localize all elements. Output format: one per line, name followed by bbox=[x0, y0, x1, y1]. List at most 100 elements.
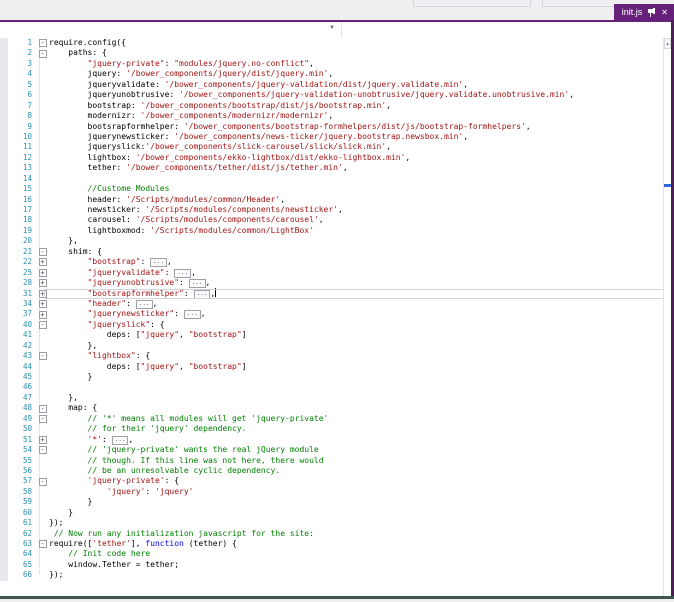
code-line[interactable]: 37 + "jquerynewsticker": ..., bbox=[0, 309, 671, 320]
code-line[interactable]: 8 modernizr: '/bower_components/moderniz… bbox=[0, 111, 671, 122]
indicator-margin[interactable] bbox=[0, 319, 8, 331]
code-line[interactable]: 58 'jquery': 'jquery' bbox=[0, 486, 671, 498]
indicator-margin[interactable] bbox=[0, 152, 8, 164]
tab-init-js[interactable]: init.js ✕ bbox=[613, 4, 674, 20]
fold-collapse-icon[interactable]: - bbox=[38, 321, 47, 330]
fold-collapse-icon[interactable]: - bbox=[38, 39, 47, 48]
code-line[interactable]: 51 + '*': ..., bbox=[0, 434, 671, 446]
fold-collapse-icon[interactable]: - bbox=[38, 49, 47, 58]
indicator-margin[interactable] bbox=[0, 507, 8, 519]
indicator-margin[interactable] bbox=[0, 288, 8, 299]
code-line[interactable]: 28 + "jqueryunobtrusive": ..., bbox=[0, 278, 671, 289]
code-line[interactable]: 19 lightboxmod: '/Scripts/modules/common… bbox=[0, 225, 671, 237]
indicator-margin[interactable] bbox=[0, 236, 8, 247]
indicator-margin[interactable] bbox=[0, 298, 8, 310]
fold-expand-icon[interactable]: + bbox=[38, 279, 47, 288]
code-line[interactable]: 40- "jqueryslick": { bbox=[0, 319, 671, 331]
code-line[interactable]: 7 bootstrap: '/bower_components/bootstra… bbox=[0, 100, 671, 112]
fold-expand-icon[interactable]: + bbox=[38, 268, 47, 277]
fold-expand-icon[interactable]: + bbox=[38, 310, 47, 319]
indicator-margin[interactable] bbox=[0, 100, 8, 112]
indicator-margin[interactable] bbox=[0, 424, 8, 435]
vertical-scrollbar[interactable]: ▲ bbox=[663, 38, 671, 596]
collapsed-region-box[interactable]: ... bbox=[150, 258, 167, 268]
indicator-margin[interactable] bbox=[0, 48, 8, 59]
indicator-margin[interactable] bbox=[0, 111, 8, 122]
indicator-margin[interactable] bbox=[0, 570, 8, 581]
fold-collapse-icon[interactable]: - bbox=[38, 477, 47, 486]
indicator-margin[interactable] bbox=[0, 142, 8, 153]
code-line[interactable]: 54- // 'jquery-private' wants the real j… bbox=[0, 445, 671, 456]
indicator-margin[interactable] bbox=[0, 58, 8, 70]
indicator-margin[interactable] bbox=[0, 278, 8, 289]
collapsed-region-box[interactable]: ... bbox=[111, 435, 129, 445]
indicator-margin[interactable] bbox=[0, 246, 8, 258]
indicator-margin[interactable] bbox=[0, 173, 8, 185]
scrollbar-up-arrow-icon[interactable]: ▲ bbox=[664, 38, 671, 49]
code-line[interactable]: 12 lightbox: '/bower_components/ekko-lig… bbox=[0, 152, 671, 164]
indicator-margin[interactable] bbox=[0, 205, 8, 216]
indicator-margin[interactable] bbox=[0, 121, 8, 132]
code-line[interactable]: 4 jquery: '/bower_components/jquery/dist… bbox=[0, 69, 671, 80]
indicator-margin[interactable] bbox=[0, 184, 8, 195]
indicator-margin[interactable] bbox=[0, 413, 8, 425]
code-line[interactable]: 59 } bbox=[0, 497, 671, 508]
code-line[interactable]: 50 // for their 'jquery' dependency. bbox=[0, 424, 671, 435]
indicator-margin[interactable] bbox=[0, 372, 8, 383]
indicator-margin[interactable] bbox=[0, 539, 8, 550]
code-line[interactable]: 61}); bbox=[0, 518, 671, 529]
code-line[interactable]: 60 } bbox=[0, 507, 671, 519]
indicator-margin[interactable] bbox=[0, 79, 8, 91]
indicator-margin[interactable] bbox=[0, 309, 8, 320]
code-line[interactable]: 25 + "jqueryvalidate": ..., bbox=[0, 267, 671, 279]
code-line[interactable]: 44 deps: ["jquery", "bootstrap"] bbox=[0, 361, 671, 372]
code-line[interactable]: 20 }, bbox=[0, 236, 671, 247]
indicator-margin[interactable] bbox=[0, 69, 8, 80]
indicator-margin[interactable] bbox=[0, 528, 8, 539]
code-line[interactable]: 43- "lightbox": { bbox=[0, 351, 671, 362]
fold-collapse-icon[interactable]: - bbox=[38, 414, 47, 423]
fold-collapse-icon[interactable]: - bbox=[38, 352, 47, 361]
indicator-margin[interactable] bbox=[0, 163, 8, 174]
code-line[interactable]: 14 bbox=[0, 173, 671, 185]
indicator-margin[interactable] bbox=[0, 267, 8, 279]
indicator-margin[interactable] bbox=[0, 330, 8, 341]
code-line[interactable]: 10 jquerynewsticker: '/bower_components/… bbox=[0, 131, 671, 143]
code-line[interactable]: 62 // Now run any initialization javascr… bbox=[0, 528, 671, 539]
indicator-margin[interactable] bbox=[0, 38, 8, 49]
code-line[interactable]: 5 jqueryvalidate: '/bower_components/jqu… bbox=[0, 79, 671, 91]
code-line[interactable]: 55 // though. If this line was not here,… bbox=[0, 455, 671, 466]
code-line[interactable]: 2- paths: { bbox=[0, 48, 671, 59]
indicator-margin[interactable] bbox=[0, 486, 8, 498]
collapsed-region-box[interactable]: ... bbox=[193, 290, 211, 299]
fold-expand-icon[interactable]: + bbox=[38, 300, 47, 309]
indicator-margin[interactable] bbox=[0, 455, 8, 466]
indicator-margin[interactable] bbox=[0, 445, 8, 456]
code-line[interactable]: 47 }, bbox=[0, 392, 671, 404]
code-line[interactable]: 13 tether: '/bower_components/tether/dis… bbox=[0, 163, 671, 174]
code-line[interactable]: 42 }, bbox=[0, 340, 671, 352]
fold-collapse-icon[interactable]: - bbox=[38, 404, 47, 413]
code-line[interactable]: 34 + "header": ..., bbox=[0, 298, 671, 310]
code-line[interactable]: 22 + "bootstrap": ..., bbox=[0, 257, 671, 268]
collapsed-region-box[interactable]: ... bbox=[174, 268, 192, 278]
fold-expand-icon[interactable]: + bbox=[38, 289, 47, 298]
code-line[interactable]: 31 + "bootsrapformhelper": ..., bbox=[0, 288, 671, 299]
indicator-margin[interactable] bbox=[0, 340, 8, 352]
code-line[interactable]: 66}); bbox=[0, 570, 671, 581]
code-line[interactable]: 57- 'jquery-private': { bbox=[0, 476, 671, 487]
code-line[interactable]: 21- shim: { bbox=[0, 246, 671, 258]
indicator-margin[interactable] bbox=[0, 465, 8, 477]
fold-expand-icon[interactable]: + bbox=[38, 435, 47, 444]
indicator-margin[interactable] bbox=[0, 257, 8, 268]
indicator-margin[interactable] bbox=[0, 434, 8, 446]
indicator-margin[interactable] bbox=[0, 361, 8, 372]
code-line[interactable]: 65 window.Tether = tether; bbox=[0, 559, 671, 571]
indicator-margin[interactable] bbox=[0, 497, 8, 508]
code-line[interactable]: 18 carousel: '/Scripts/modules/component… bbox=[0, 215, 671, 226]
code-line[interactable]: 64 // Init code here bbox=[0, 549, 671, 560]
code-line[interactable]: 11 jqueryslick:'/bower_components/slick-… bbox=[0, 142, 671, 153]
code-line[interactable]: 15 //Custome Modules bbox=[0, 184, 671, 195]
indicator-margin[interactable] bbox=[0, 559, 8, 571]
code-line[interactable]: 56 // be an unresolvable cyclic dependen… bbox=[0, 465, 671, 477]
